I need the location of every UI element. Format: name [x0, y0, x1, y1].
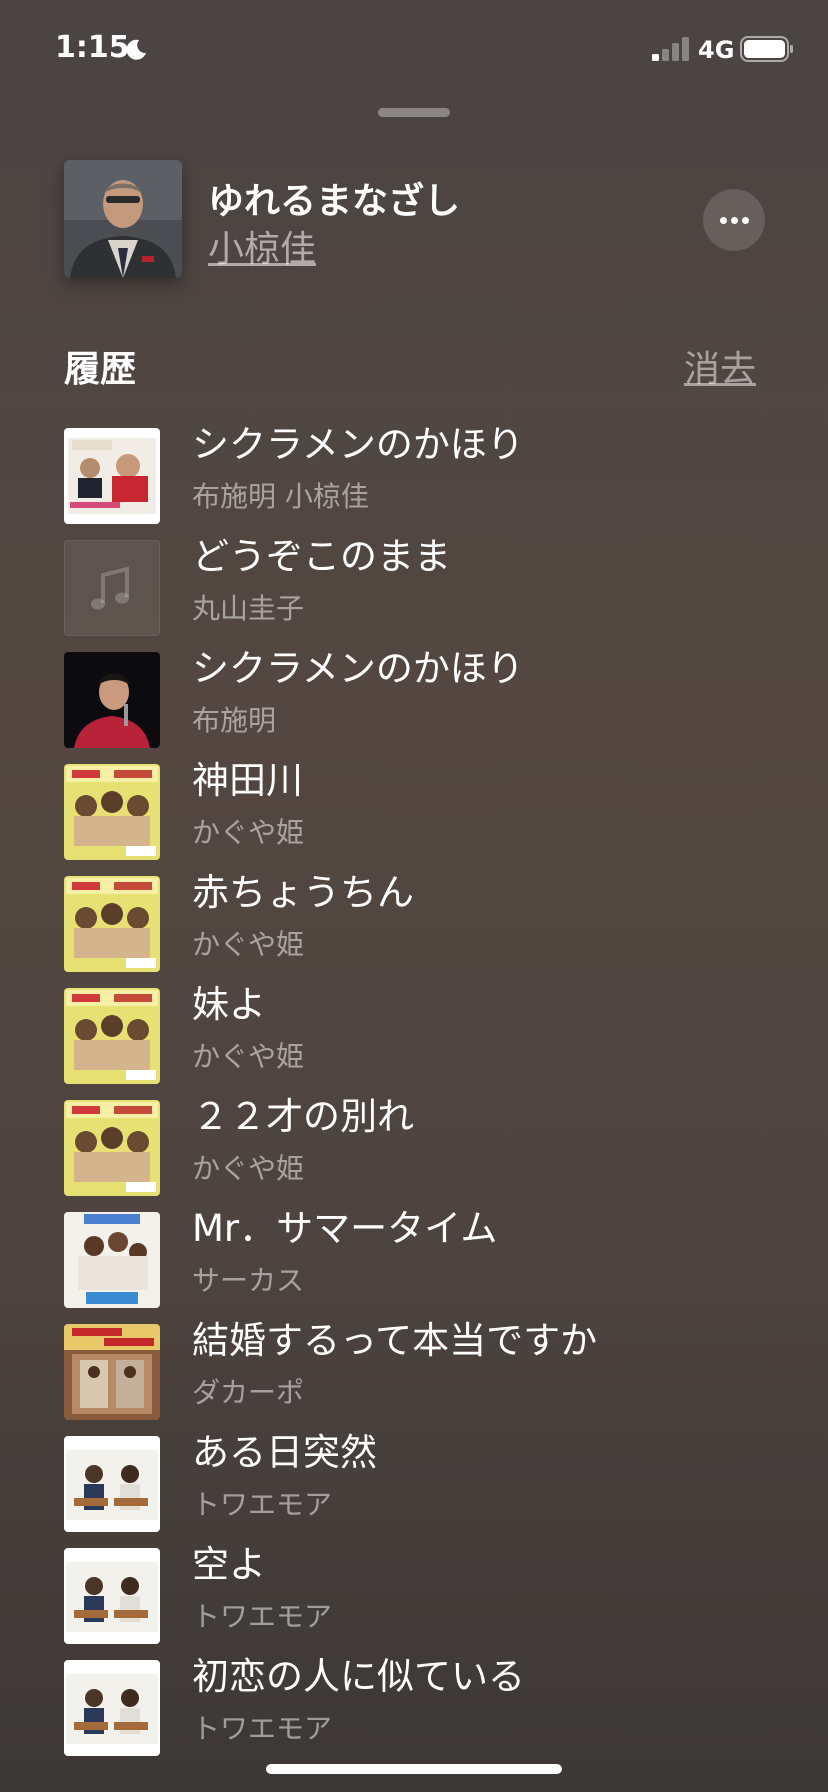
- album-art: [64, 1660, 160, 1756]
- track-artist: 布施明 小椋佳: [192, 480, 369, 513]
- status-bar: 1:15 4G: [0, 0, 828, 100]
- track-title: 妹よ: [192, 983, 266, 1026]
- history-item[interactable]: シクラメンのかほり 布施明: [0, 632, 828, 748]
- music-note-icon: [91, 566, 129, 610]
- ellipsis-icon: [731, 217, 738, 224]
- track-title: 赤ちょうちん: [192, 871, 414, 914]
- track-artist: トワエモア: [192, 1600, 333, 1633]
- now-playing-album-art[interactable]: [64, 160, 182, 278]
- home-indicator[interactable]: [266, 1764, 562, 1774]
- now-playing-title: ゆれるまなざし: [208, 181, 461, 222]
- history-item[interactable]: 結婚するって本当ですか ダカーポ: [0, 1304, 828, 1420]
- track-title: シクラメンのかほり: [192, 423, 524, 466]
- more-options-button[interactable]: [703, 189, 765, 251]
- track-artist: ダカーポ: [192, 1376, 305, 1409]
- now-playing-artist-link[interactable]: 小椋佳: [208, 220, 316, 272]
- history-item[interactable]: どうぞこのまま 丸山圭子: [0, 520, 828, 636]
- album-art: [64, 428, 160, 524]
- track-artist: かぐや姫: [192, 1040, 305, 1073]
- track-title: 空よ: [192, 1543, 266, 1586]
- album-art: [64, 1100, 160, 1196]
- album-art: [64, 764, 160, 860]
- track-title: 神田川: [192, 759, 303, 802]
- album-art: [64, 1324, 160, 1420]
- ellipsis-icon: [742, 217, 749, 224]
- history-title: 履歴: [64, 349, 137, 390]
- track-artist: サーカス: [192, 1264, 305, 1297]
- history-item[interactable]: ２２才の別れ かぐや姫: [0, 1080, 828, 1196]
- track-title: どうぞこのまま: [192, 535, 451, 578]
- track-title: 結婚するって本当ですか: [192, 1319, 598, 1362]
- moon-icon: [126, 39, 146, 60]
- track-title: 初恋の人に似ている: [192, 1655, 525, 1698]
- track-artist: トワエモア: [192, 1712, 333, 1745]
- track-artist: かぐや姫: [192, 928, 305, 961]
- history-item[interactable]: 初恋の人に似ている トワエモア: [0, 1640, 828, 1756]
- track-title: ある日突然: [192, 1431, 377, 1474]
- track-artist: かぐや姫: [192, 816, 305, 849]
- history-item[interactable]: ある日突然 トワエモア: [0, 1416, 828, 1532]
- singer-portrait-image: [64, 160, 182, 278]
- network-type: 4G: [698, 36, 735, 64]
- album-art: [64, 988, 160, 1084]
- album-art: [64, 876, 160, 972]
- track-artist: トワエモア: [192, 1488, 333, 1521]
- history-item[interactable]: 空よ トワエモア: [0, 1528, 828, 1644]
- track-title: ２２才の別れ: [192, 1095, 414, 1138]
- ellipsis-icon: [720, 217, 727, 224]
- album-art: [64, 1548, 160, 1644]
- album-art: [64, 1212, 160, 1308]
- album-art: [64, 652, 160, 748]
- sheet-grabber[interactable]: [378, 108, 450, 117]
- clear-history-button[interactable]: 消去: [684, 340, 756, 392]
- history-item[interactable]: Mr．サマータイム サーカス: [0, 1192, 828, 1308]
- history-item[interactable]: 赤ちょうちん かぐや姫: [0, 856, 828, 972]
- history-item[interactable]: 妹よ かぐや姫: [0, 968, 828, 1084]
- status-time: 1:15: [55, 30, 130, 65]
- history-item[interactable]: 神田川 かぐや姫: [0, 744, 828, 860]
- track-artist: 布施明: [192, 704, 277, 737]
- history-item[interactable]: シクラメンのかほり 布施明 小椋佳: [0, 408, 828, 524]
- album-art: [64, 1436, 160, 1532]
- album-art-placeholder: [64, 540, 160, 636]
- track-artist: かぐや姫: [192, 1152, 305, 1185]
- signal-icon: [652, 37, 689, 61]
- track-artist: 丸山圭子: [192, 592, 305, 625]
- battery-icon: [740, 36, 793, 62]
- track-title: シクラメンのかほり: [192, 647, 524, 690]
- track-title: Mr．サマータイム: [192, 1207, 498, 1250]
